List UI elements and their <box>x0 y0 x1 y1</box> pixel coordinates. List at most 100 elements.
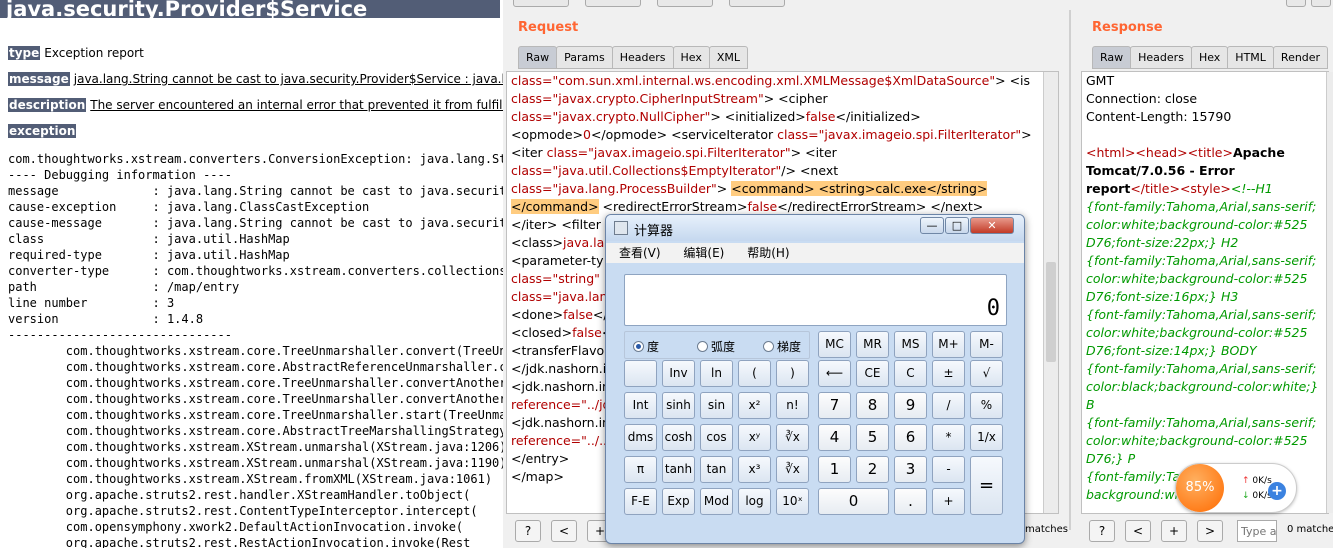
minimize-button[interactable]: — <box>920 217 944 234</box>
response-next-button[interactable]: > <box>1197 520 1223 542</box>
plus-icon[interactable]: + <box>1268 482 1286 500</box>
calc-key[interactable]: ∛x <box>776 424 809 451</box>
calc-key[interactable]: n! <box>776 392 809 419</box>
calc-key[interactable] <box>624 360 657 387</box>
tab-xml[interactable]: XML <box>708 46 749 69</box>
calc-key[interactable]: % <box>970 392 1003 419</box>
calc-key[interactable]: ± <box>932 360 965 387</box>
maximize-button[interactable]: □ <box>945 217 969 234</box>
calc-key[interactable]: 4 <box>818 424 851 451</box>
calc-key[interactable]: C <box>894 360 927 387</box>
calc-key[interactable]: 9 <box>894 392 927 419</box>
response-editor[interactable]: GMT Connection: close Content-Length: 1579… <box>1081 71 1329 514</box>
calc-key[interactable]: / <box>932 392 965 419</box>
memory-key[interactable]: MS <box>894 331 927 358</box>
menu-view[interactable]: 查看(V) <box>619 246 661 260</box>
calc-key[interactable]: x³ <box>738 456 771 483</box>
calc-key[interactable]: Mod <box>700 488 733 515</box>
calc-key[interactable]: xʸ <box>738 424 771 451</box>
calc-key[interactable]: CE <box>856 360 889 387</box>
tab-params[interactable]: Params <box>556 46 613 69</box>
tab-hex[interactable]: Hex <box>672 46 710 69</box>
tab-render[interactable]: Render <box>1272 46 1329 69</box>
code-token: </entry> <box>511 451 570 466</box>
calc-key[interactable]: sin <box>700 392 733 419</box>
upload-rate: ↑ 0K/s <box>1242 476 1272 486</box>
calc-key[interactable]: cos <box>700 424 733 451</box>
calc-key[interactable]: 6 <box>894 424 927 451</box>
calc-key[interactable]: Inv <box>662 360 695 387</box>
tab-raw[interactable]: Raw <box>1092 46 1132 69</box>
calc-key[interactable]: 2 <box>856 456 889 483</box>
top-button[interactable] <box>657 0 713 7</box>
response-scrollbar[interactable] <box>1326 72 1333 513</box>
request-scrollbar-thumb[interactable] <box>1046 262 1056 362</box>
response-help-button[interactable]: ? <box>1089 520 1115 542</box>
calculator-titlebar[interactable]: 计算器 — □ ✕ <box>606 215 1024 241</box>
calc-key[interactable]: 1 <box>818 456 851 483</box>
code-line: <opmode>0</opmode> <serviceIterator clas… <box>507 126 1058 144</box>
calc-key[interactable]: ln <box>700 360 733 387</box>
menu-help[interactable]: 帮助(H) <box>747 246 789 260</box>
calc-key[interactable]: ( <box>738 360 771 387</box>
calc-key[interactable]: 3 <box>894 456 927 483</box>
request-scrollbar[interactable] <box>1043 72 1058 513</box>
close-button[interactable]: ✕ <box>970 217 1014 234</box>
tab-headers[interactable]: Headers <box>611 46 674 69</box>
calc-key[interactable]: + <box>932 488 965 515</box>
calc-key[interactable]: Int <box>624 392 657 419</box>
top-button[interactable] <box>729 0 785 7</box>
calc-key[interactable]: π <box>624 456 657 483</box>
calc-key[interactable]: ∛x <box>776 456 809 483</box>
calc-key[interactable]: 1/x <box>970 424 1003 451</box>
calc-key[interactable]: tan <box>700 456 733 483</box>
calc-key[interactable]: F-E <box>624 488 657 515</box>
memory-key[interactable]: M+ <box>932 331 965 358</box>
code-line: Content-Length: 15790 <box>1082 108 1328 126</box>
request-prev-button[interactable]: < <box>551 520 577 542</box>
response-search-input[interactable] <box>1237 520 1277 542</box>
calc-key[interactable]: 7 <box>818 392 851 419</box>
memory-key[interactable]: M- <box>970 331 1003 358</box>
pane-divider[interactable] <box>1069 10 1071 530</box>
calc-key[interactable]: - <box>932 456 965 483</box>
calc-key[interactable]: sinh <box>662 392 695 419</box>
calc-key[interactable]: = <box>970 456 1003 515</box>
calc-key[interactable]: * <box>932 424 965 451</box>
tab-html[interactable]: HTML <box>1227 46 1274 69</box>
tab-hex[interactable]: Hex <box>1190 46 1229 69</box>
calc-key[interactable]: dms <box>624 424 657 451</box>
calc-key[interactable]: √ <box>970 360 1003 387</box>
top-button[interactable] <box>1286 0 1306 7</box>
calc-key[interactable]: cosh <box>662 424 695 451</box>
code-token: class= <box>777 127 819 142</box>
top-button[interactable] <box>585 0 641 7</box>
calc-key[interactable]: 0 <box>818 488 889 515</box>
response-prev-button[interactable]: < <box>1125 520 1151 542</box>
response-add-button[interactable]: + <box>1161 520 1187 542</box>
mode-degrees[interactable]: 度 <box>633 338 659 355</box>
calc-key[interactable]: ) <box>776 360 809 387</box>
calc-key[interactable]: 10ˣ <box>776 488 809 515</box>
menu-edit[interactable]: 编辑(E) <box>683 246 724 260</box>
calc-key[interactable]: log <box>738 488 771 515</box>
calc-key[interactable]: 8 <box>856 392 889 419</box>
top-button[interactable] <box>513 0 569 7</box>
network-speed-widget[interactable]: 85% ↑ 0K/s ↓ 0K/s + <box>1175 463 1297 513</box>
top-button[interactable] <box>1311 0 1331 7</box>
code-line: D76;font-size:14px;} BODY <box>1082 342 1328 360</box>
usage-ball[interactable]: 85% <box>1176 464 1224 512</box>
calc-key[interactable]: x² <box>738 392 771 419</box>
calc-key[interactable]: tanh <box>662 456 695 483</box>
tab-headers[interactable]: Headers <box>1130 46 1192 69</box>
mode-radians[interactable]: 弧度 <box>697 338 735 355</box>
calc-key[interactable]: . <box>894 488 927 515</box>
memory-key[interactable]: MC <box>818 331 851 358</box>
request-help-button[interactable]: ? <box>515 520 541 542</box>
calc-key[interactable]: ⟵ <box>818 360 851 387</box>
calc-key[interactable]: Exp <box>662 488 695 515</box>
calc-key[interactable]: 5 <box>856 424 889 451</box>
tab-raw[interactable]: Raw <box>518 46 558 69</box>
memory-key[interactable]: MR <box>856 331 889 358</box>
mode-gradians[interactable]: 梯度 <box>763 338 801 355</box>
